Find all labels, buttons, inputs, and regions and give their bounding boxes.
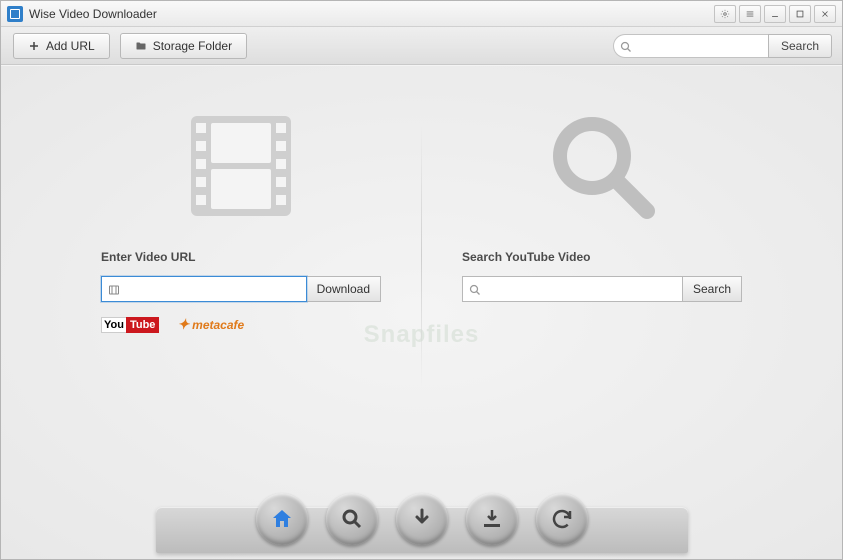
- titlebar: Wise Video Downloader: [1, 1, 842, 27]
- menu-icon[interactable]: [739, 5, 761, 23]
- panels: Enter Video URL Download You: [1, 106, 842, 386]
- dock-save-button[interactable]: [466, 493, 518, 545]
- youtube-you: You: [101, 317, 126, 333]
- minimize-button[interactable]: [764, 5, 786, 23]
- toolbar-search-button-label: Search: [781, 39, 819, 53]
- close-button[interactable]: [814, 5, 836, 23]
- window-controls: [711, 5, 836, 23]
- home-icon: [270, 507, 294, 531]
- dock-search-button[interactable]: [326, 493, 378, 545]
- download-arrow-icon: [410, 507, 434, 531]
- search-video-button[interactable]: Search: [683, 276, 742, 302]
- search-video-heading: Search YouTube Video: [462, 250, 742, 264]
- magnifier-large-icon: [537, 106, 667, 226]
- video-url-input[interactable]: [101, 276, 307, 302]
- toolbar-search: Search: [613, 34, 832, 58]
- refresh-icon: [550, 507, 574, 531]
- app-title: Wise Video Downloader: [29, 7, 711, 21]
- content-area: Snapfiles Enter Video URL: [1, 65, 842, 559]
- youtube-tube: Tube: [126, 317, 159, 333]
- toolbar: Add URL Storage Folder Search: [1, 27, 842, 65]
- url-input-row: Download: [101, 276, 381, 302]
- dock-refresh-button[interactable]: [536, 493, 588, 545]
- settings-gear-icon[interactable]: [714, 5, 736, 23]
- supported-sites: You Tube ✦ metacafe: [101, 316, 381, 333]
- search-icon: [620, 40, 632, 58]
- toolbar-search-input[interactable]: [613, 34, 768, 58]
- dock-download-button[interactable]: [396, 493, 448, 545]
- enter-url-panel: Enter Video URL Download You: [61, 106, 421, 386]
- app-icon: [7, 6, 23, 22]
- metacafe-text: metacafe: [192, 318, 244, 332]
- search-icon: [469, 283, 481, 301]
- film-icon: [108, 283, 120, 301]
- storage-folder-button[interactable]: Storage Folder: [120, 33, 247, 59]
- add-url-label: Add URL: [46, 39, 95, 53]
- search-video-panel: Search YouTube Video Search: [422, 106, 782, 386]
- storage-folder-label: Storage Folder: [153, 39, 232, 53]
- maximize-button[interactable]: [789, 5, 811, 23]
- download-tray-icon: [480, 507, 504, 531]
- dock-home-button[interactable]: [256, 493, 308, 545]
- app-window: Wise Video Downloader Add URL: [0, 0, 843, 560]
- film-reel-icon: [176, 106, 306, 226]
- search-video-button-label: Search: [693, 282, 731, 296]
- metacafe-logo: ✦ metacafe: [177, 316, 244, 333]
- search-icon: [340, 507, 364, 531]
- enter-url-heading: Enter Video URL: [101, 250, 381, 264]
- folder-icon: [135, 40, 147, 52]
- search-input-row: Search: [462, 276, 742, 302]
- youtube-search-input[interactable]: [462, 276, 683, 302]
- download-button[interactable]: Download: [307, 276, 381, 302]
- download-button-label: Download: [317, 282, 370, 296]
- metacafe-star-icon: ✦: [177, 316, 189, 333]
- toolbar-search-button[interactable]: Search: [768, 34, 832, 58]
- plus-icon: [28, 40, 40, 52]
- add-url-button[interactable]: Add URL: [13, 33, 110, 59]
- dock: [216, 481, 628, 551]
- youtube-logo: You Tube: [101, 317, 159, 333]
